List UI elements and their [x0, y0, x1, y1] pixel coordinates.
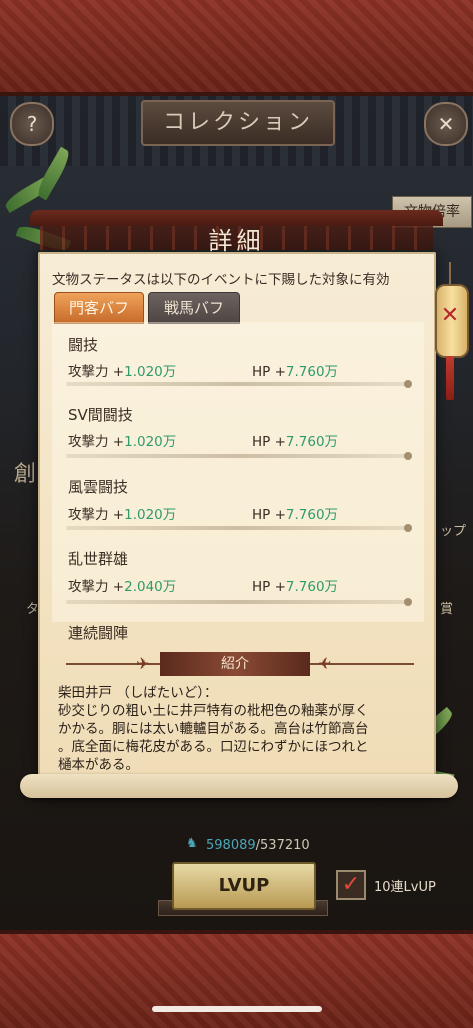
attack-stat: 攻撃力 +1.020万 [68, 364, 177, 380]
artifact-description: 柴田井戸 （しばたいど）： 砂交じりの粗い土に井戸特有の枇杷色の釉薬が厚く かか… [58, 684, 430, 774]
exp-icon: ♞ [186, 836, 198, 851]
side-remnant-text: ップ [440, 524, 467, 539]
batch-lvup-checkbox[interactable]: ✓ [336, 870, 366, 900]
lantern-string [449, 262, 451, 284]
attack-stat: 攻撃力 +2.040万 [68, 579, 177, 595]
section-title: 風雲闘技 [68, 478, 129, 496]
description-line: 。底全面に梅花皮がある。口辺にわずかにほつれと [58, 739, 369, 755]
scroll-roller [20, 774, 458, 798]
notice-text: 文物ステータスは以下のイベントに下賜した対象に有効 [52, 272, 390, 288]
lvup-button[interactable]: LVUP [172, 862, 316, 910]
swallow-icon: ✈ [318, 654, 332, 673]
side-remnant-text: 賞 [440, 602, 454, 617]
section-divider [66, 380, 412, 388]
lantern-tassel [446, 356, 454, 400]
section-divider [66, 452, 412, 460]
tab-warhorse-buff[interactable]: 戦馬バフ [148, 292, 240, 324]
attack-stat: 攻撃力 +1.020万 [68, 507, 177, 523]
help-icon[interactable]: ? [10, 102, 54, 146]
section-title: SV間闘技 [68, 406, 133, 424]
description-line: かかる。胴には太い轆轤目がある。高台は竹節高台 [58, 721, 369, 737]
hp-stat: HP +7.760万 [252, 434, 339, 450]
intro-heading: 紹介 [160, 652, 310, 676]
close-icon[interactable]: ✕ [424, 102, 468, 146]
swallow-icon: ✈ [136, 654, 150, 673]
section-divider [66, 598, 412, 606]
section-divider [66, 524, 412, 532]
section-title: 乱世群雄 [68, 550, 129, 568]
close-icon[interactable]: ✕ [438, 304, 462, 328]
bottom-decor-band [0, 930, 473, 1028]
tab-retainer-buff[interactable]: 門客バフ [54, 292, 144, 324]
top-decor-band [0, 0, 473, 96]
hp-stat: HP +7.760万 [252, 579, 339, 595]
panel-title: 詳細 [208, 227, 265, 255]
home-indicator[interactable] [152, 1006, 322, 1012]
batch-lvup-label[interactable]: 10連LvUP [374, 876, 436, 895]
section-title: 連続闘陣 [68, 624, 129, 642]
section-title: 闘技 [68, 336, 99, 354]
exp-counter: 598089/537210 [206, 838, 310, 853]
hp-stat: HP +7.760万 [252, 364, 339, 380]
hp-stat: HP +7.760万 [252, 507, 339, 523]
description-line: 砂交じりの粗い土に井戸特有の枇杷色の釉薬が厚く [58, 703, 369, 719]
description-line: 柴田井戸 （しばたいど）： [58, 685, 218, 701]
page-title: コレクション [141, 100, 335, 146]
attack-stat: 攻撃力 +1.020万 [68, 434, 177, 450]
description-line: 樋本がある。 [58, 757, 139, 773]
side-remnant-char: 創 [14, 462, 37, 487]
